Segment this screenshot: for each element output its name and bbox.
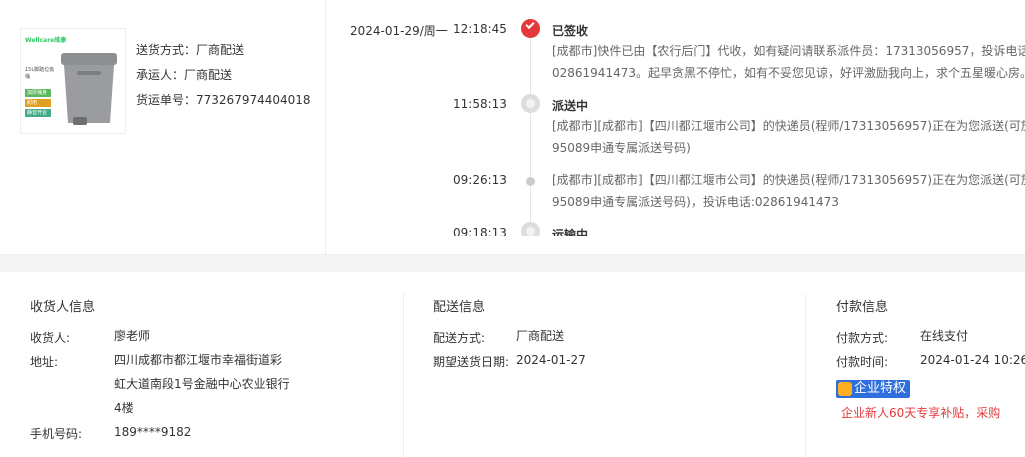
timeline-desc-line: [成都市][成都市]【四川都江堰市公司】的快递员(程师/17313056957)… [552,119,1025,133]
payment-method: 在线支付 [920,329,969,343]
enterprise-badge[interactable]: 企业特权 [836,380,911,398]
timeline-time: 12:18:45 [453,22,507,36]
check-icon [521,19,540,38]
delivery-method-label: 配送方式: [433,331,486,345]
shipping-method-label: 送货方式： [136,43,197,57]
carrier-value: 厂商配送 [184,68,233,82]
receiver-name-label: 收货人: [30,331,71,345]
carrier-row: 承运人：厂商配送 [136,67,311,92]
timeline-time: 11:58:13 [453,97,507,111]
timeline-status: 运输中 [552,228,589,236]
timeline-time: 09:18:13 [453,226,507,236]
transit-icon [521,222,540,236]
delivery-info-section: 配送信息 配送方式: 厂商配送 期望送货日期: 2024-01-27 [404,272,805,457]
address-line: 虹大道南段1号金融中心农业银行 [114,377,290,391]
expected-date-label: 期望送货日期: [433,355,510,369]
product-image[interactable]: Wellcare维康 15L脚踏垃圾桶 加厚桶身 耐用 静音开合 [20,28,126,134]
shipping-info: 送货方式：厂商配送 承运人：厂商配送 货运单号：773267974404018 [136,42,311,117]
timeline-desc-line: 95089申通专属派送号码) [552,141,691,155]
product-tag: 静音开合 [25,109,51,117]
receiver-info-section: 收货人信息 收货人: 廖老师 地址: 四川成都市都江堰市幸福街道彩 虹大道南段1… [0,272,403,457]
expected-date: 2024-01-27 [516,353,586,367]
address-line: 四川成都市都江堰市幸福街道彩 [114,353,283,367]
payment-method-label: 付款方式: [836,331,889,345]
section-title: 配送信息 [433,300,486,315]
timeline-status: 已签收 [552,24,589,38]
product-name: 15L脚踏垃圾桶 [25,67,55,80]
shipping-method-value: 厂商配送 [196,43,245,57]
timeline-date: 2024-01-29/周一 [350,24,448,38]
timeline-time: 09:26:13 [453,173,507,187]
trash-bin-picture [61,53,117,125]
logistics-timeline[interactable]: 2024-01-29/周一 12:18:45 已签收 [成都市]快件已由【农行后… [326,0,1025,236]
phone-number: 189****9182 [114,425,192,439]
timeline-dot [526,177,535,186]
product-tag: 耐用 [25,99,51,107]
timeline-desc-line: 02861941473。起早贪黑不停忙，如有不妥您见谅，好评激励我向上，求个五星… [552,66,1025,80]
promo-link[interactable]: 企业新人60天专享补贴，采购 [841,404,1000,421]
timeline-line [530,38,531,98]
payment-time-label: 付款时间: [836,355,889,369]
section-title: 收货人信息 [30,300,96,315]
delivery-method: 厂商配送 [516,329,565,343]
payment-info-section: 付款信息 付款方式: 在线支付 付款时间: 2024-01-24 10:26:4… [806,272,1025,457]
timeline-status: 派送中 [552,99,589,113]
section-separator [0,254,1025,272]
timeline-desc-line: [成都市][成都市]【四川都江堰市公司】的快递员(程师/17313056957)… [552,173,1025,187]
crown-icon [838,382,852,396]
timeline-desc-line: [成都市]快件已由【农行后门】代收，如有疑问请联系派件员：17313056957… [552,44,1025,58]
tracking-row: 货运单号：773267974404018 [136,92,311,117]
address-line: 4楼 [114,401,134,415]
product-tag: 加厚桶身 [25,89,51,97]
shipping-method-row: 送货方式：厂商配送 [136,42,311,67]
order-tracking-panel: Wellcare维康 15L脚踏垃圾桶 加厚桶身 耐用 静音开合 送货方式：厂商… [0,0,1025,254]
timeline-line [530,112,531,236]
tracking-label: 货运单号： [136,93,197,107]
receiver-name: 廖老师 [114,329,151,343]
delivery-icon [521,94,540,113]
address-label: 地址: [30,355,59,369]
payment-time: 2024-01-24 10:26:4 [920,353,1025,367]
product-brand: Wellcare维康 [25,37,67,44]
enterprise-badge-label: 企业特权 [854,381,907,396]
timeline-desc-line: 95089申通专属派送号码)，投诉电话:02861941473 [552,195,839,209]
tracking-number: 773267974404018 [196,93,311,107]
phone-label: 手机号码: [30,427,83,441]
carrier-label: 承运人： [136,68,185,82]
section-title: 付款信息 [836,300,889,315]
